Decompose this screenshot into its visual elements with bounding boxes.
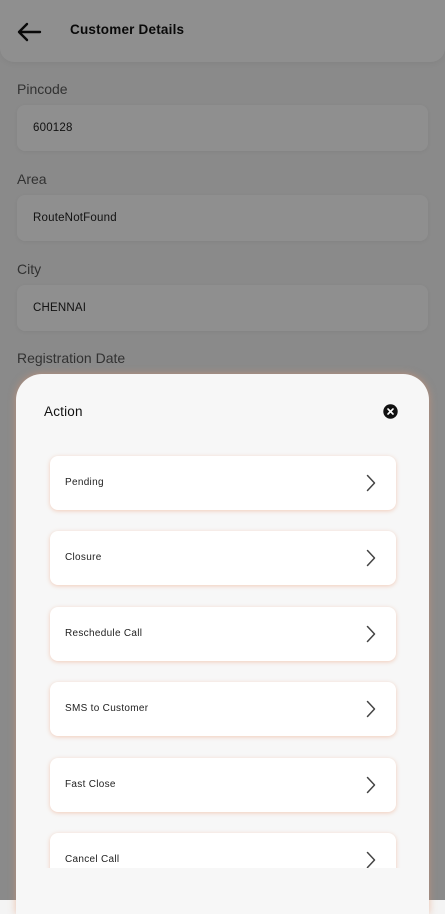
action-item-label: Closure: [65, 552, 102, 563]
action-item-sms-to-customer[interactable]: SMS to Customer: [50, 682, 396, 736]
action-item-fast-close[interactable]: Fast Close: [50, 758, 396, 812]
action-item-label: Pending: [65, 477, 104, 488]
action-item-label: Fast Close: [65, 779, 116, 790]
action-item-label: Cancel Call: [65, 854, 120, 865]
action-bottom-sheet: Action Pending Closure Reschedule Call S…: [16, 374, 429, 914]
action-item-reschedule-call[interactable]: Reschedule Call: [50, 607, 396, 661]
chevron-right-icon: [366, 549, 376, 567]
chevron-right-icon: [366, 625, 376, 643]
chevron-right-icon: [366, 776, 376, 794]
action-item-cancel-call[interactable]: Cancel Call: [50, 833, 396, 868]
action-list[interactable]: Pending Closure Reschedule Call SMS to C…: [16, 374, 429, 868]
action-item-label: Reschedule Call: [65, 628, 143, 639]
action-item-closure[interactable]: Closure: [50, 531, 396, 585]
action-item-label: SMS to Customer: [65, 703, 149, 714]
chevron-right-icon: [366, 474, 376, 492]
action-item-pending[interactable]: Pending: [50, 456, 396, 510]
chevron-right-icon: [366, 700, 376, 718]
chevron-right-icon: [366, 851, 376, 868]
